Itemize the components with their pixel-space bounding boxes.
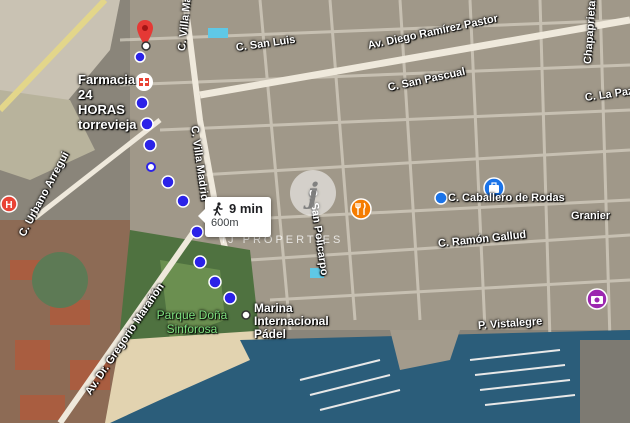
shopping-icon[interactable] xyxy=(483,177,505,199)
route-time-row: 9 min xyxy=(211,201,265,216)
hospital-icon[interactable]: H xyxy=(0,195,18,213)
map-view[interactable]: Farmacia 24 HORAS torrevieja H Marina In… xyxy=(0,0,630,423)
camera-icon[interactable] xyxy=(586,288,608,310)
watermark-logo: j xyxy=(290,170,336,216)
route-info-box[interactable]: 9 min 600m xyxy=(198,197,271,237)
route-time: 9 min xyxy=(229,201,263,216)
place-dot-icon[interactable] xyxy=(434,191,448,205)
pharmacy-icon[interactable] xyxy=(134,72,154,92)
destination-dot-icon[interactable] xyxy=(240,309,252,321)
walking-icon xyxy=(213,201,223,216)
restaurant-icon[interactable] xyxy=(350,198,372,220)
svg-text:H: H xyxy=(5,200,12,211)
route-distance: 600m xyxy=(211,217,239,229)
origin-dot-icon xyxy=(141,41,151,51)
